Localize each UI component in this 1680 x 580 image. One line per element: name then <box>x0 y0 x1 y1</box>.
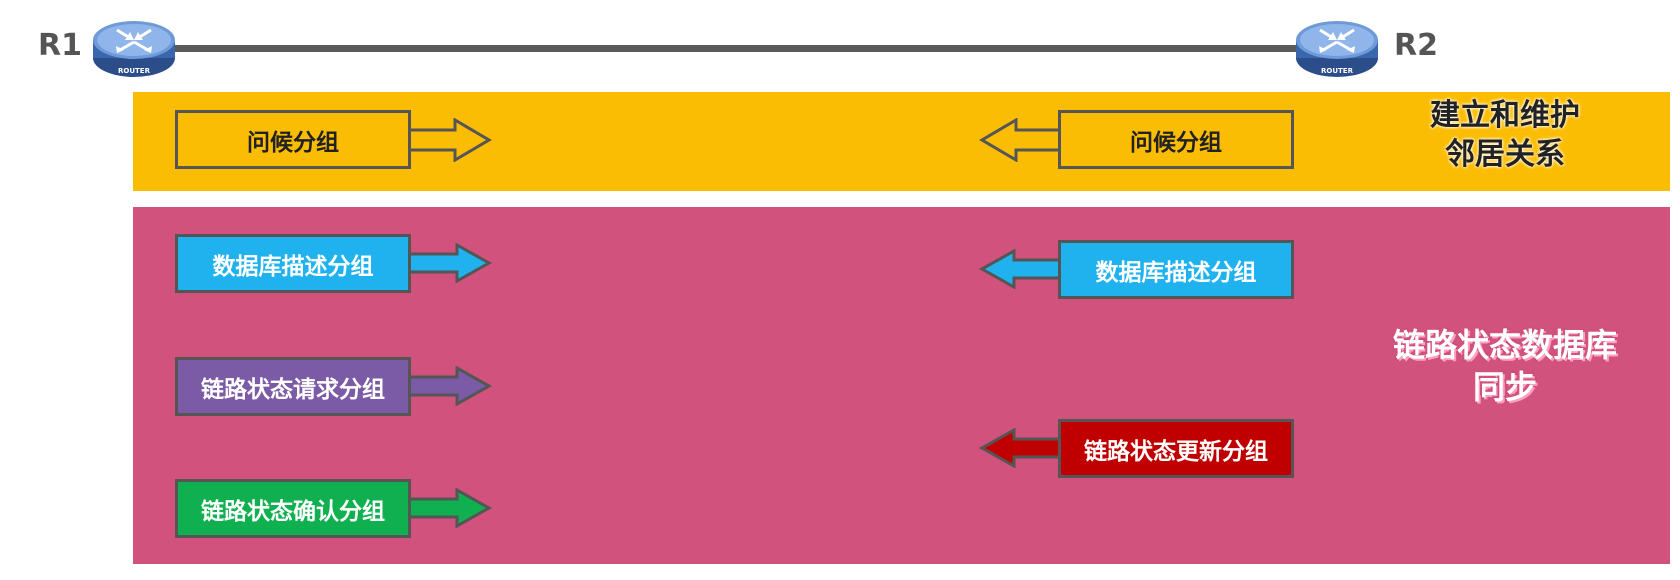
dbd-packet-r1: 数据库描述分组 <box>175 234 411 293</box>
neighbor-title-line2: 邻居关系 <box>1445 137 1565 172</box>
neighbor-title-line1: 建立和维护 <box>1430 98 1580 133</box>
right-arrow-icon <box>405 366 493 406</box>
router-caption: ROUTER <box>118 67 151 75</box>
router-icon: ROUTER <box>93 21 175 77</box>
r1-label: R1 <box>38 28 82 63</box>
right-arrow-icon <box>405 243 493 283</box>
right-arrow-icon <box>405 118 492 162</box>
hello-packet-r1: 问候分组 <box>175 110 411 169</box>
lsack-packet-r1: 链路状态确认分组 <box>175 479 411 538</box>
hello-packet-r2: 问候分组 <box>1058 110 1294 169</box>
lsr-packet-r1: 链路状态请求分组 <box>175 357 411 416</box>
sync-phase-title: 链路状态数据库 同步 <box>1370 325 1640 408</box>
link-line <box>170 45 1300 52</box>
sync-title-line2: 同步 <box>1472 367 1537 406</box>
router-icon: ROUTER <box>1296 21 1378 77</box>
right-arrow-icon <box>405 488 493 528</box>
r2-label: R2 <box>1394 28 1438 63</box>
sync-title-line1: 链路状态数据库 <box>1392 326 1617 364</box>
left-arrow-icon <box>978 428 1068 468</box>
lsu-packet-r2: 链路状态更新分组 <box>1058 419 1294 478</box>
neighbor-phase-title: 建立和维护 邻居关系 <box>1395 96 1615 174</box>
dbd-packet-r2: 数据库描述分组 <box>1058 240 1294 299</box>
left-arrow-icon <box>978 249 1068 289</box>
router-caption: ROUTER <box>1321 67 1354 75</box>
left-arrow-icon <box>979 118 1068 162</box>
